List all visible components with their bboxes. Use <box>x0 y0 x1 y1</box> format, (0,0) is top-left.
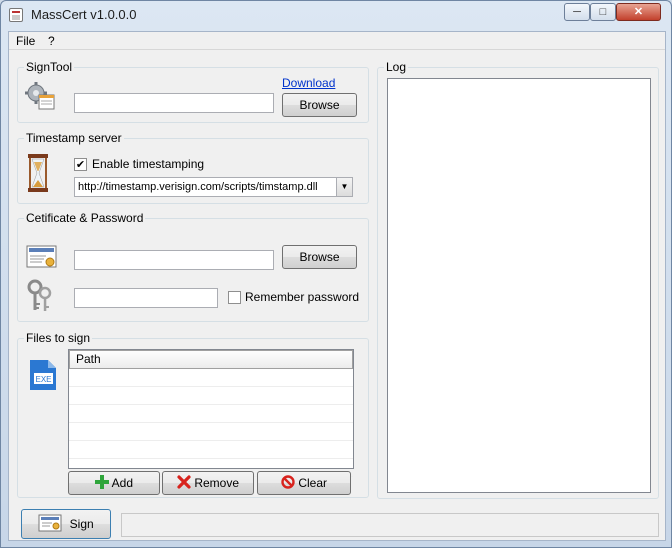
files-group: Files to sign EXE Path Add Remove Clear <box>17 331 369 498</box>
exe-file-icon: EXE <box>30 360 56 390</box>
remember-password-label: Remember password <box>245 290 360 304</box>
gear-tool-icon <box>25 82 55 110</box>
remove-x-icon <box>177 475 191 489</box>
signtool-group: SignTool Download Browse <box>17 60 369 123</box>
signtool-browse-button[interactable]: Browse <box>282 93 357 117</box>
list-item[interactable] <box>69 423 353 441</box>
column-header-path[interactable]: Path <box>69 350 353 369</box>
remember-password-checkbox[interactable] <box>228 291 241 304</box>
chevron-down-icon[interactable]: ▼ <box>336 178 352 196</box>
list-item[interactable] <box>69 387 353 405</box>
app-icon <box>9 8 23 22</box>
clear-button[interactable]: Clear <box>257 471 351 495</box>
keys-icon <box>27 279 52 311</box>
minimize-button[interactable]: ─ <box>564 3 590 21</box>
client-area: File ? SignTool Download Browse Timestam… <box>8 31 666 541</box>
minimize-icon: ─ <box>573 6 581 18</box>
remove-label: Remove <box>194 476 240 490</box>
close-button[interactable]: ✕ <box>616 3 661 21</box>
maximize-icon: □ <box>599 6 607 18</box>
menu-bar: File ? <box>9 32 665 50</box>
hourglass-icon <box>28 154 48 192</box>
signtool-legend: SignTool <box>24 60 75 74</box>
list-item[interactable] <box>69 441 353 459</box>
list-item[interactable] <box>69 369 353 387</box>
timestamp-server-select[interactable]: http://timestamp.verisign.com/scripts/ti… <box>74 177 353 197</box>
certificate-browse-button[interactable]: Browse <box>282 245 357 269</box>
menu-help[interactable]: ? <box>48 34 55 48</box>
clear-label: Clear <box>298 476 328 490</box>
plus-icon <box>94 475 109 489</box>
svg-text:EXE: EXE <box>35 375 51 384</box>
timestamp-legend: Timestamp server <box>24 131 124 145</box>
certificate-group: Cetificate & Password Browse Remember pa… <box>17 211 369 322</box>
no-sign-icon <box>281 475 295 489</box>
signtool-path-input[interactable] <box>74 93 274 113</box>
certificate-sign-icon <box>38 514 62 532</box>
timestamp-server-value: http://timestamp.verisign.com/scripts/ti… <box>78 181 318 193</box>
main-window: MassCert v1.0.0.0 ─ □ ✕ File ? SignTool <box>0 0 672 548</box>
log-textarea[interactable] <box>387 78 651 493</box>
certificate-icon <box>26 245 57 268</box>
log-legend: Log <box>384 60 409 74</box>
download-link[interactable]: Download <box>282 76 335 90</box>
sign-label: Sign <box>69 517 94 531</box>
add-label: Add <box>111 476 134 490</box>
close-icon: ✕ <box>633 6 644 18</box>
files-rows <box>69 369 353 477</box>
certificate-legend: Cetificate & Password <box>24 211 146 225</box>
add-button[interactable]: Add <box>68 471 160 495</box>
files-legend: Files to sign <box>24 331 93 345</box>
files-listview[interactable]: Path <box>68 349 354 477</box>
remove-button[interactable]: Remove <box>162 471 254 495</box>
timestamp-group: Timestamp server ✔ Enable timestamping h… <box>17 131 369 204</box>
status-bar <box>121 513 659 537</box>
window-title: MassCert v1.0.0.0 <box>31 7 137 22</box>
menu-file[interactable]: File <box>16 34 35 48</box>
log-group: Log <box>377 60 659 499</box>
title-bar[interactable]: MassCert v1.0.0.0 ─ □ ✕ <box>1 1 671 29</box>
certificate-path-input[interactable] <box>74 250 274 270</box>
sign-button[interactable]: Sign <box>21 509 111 539</box>
enable-timestamp-checkbox[interactable]: ✔ <box>74 158 87 171</box>
password-input[interactable] <box>74 288 218 308</box>
list-item[interactable] <box>69 405 353 423</box>
maximize-button[interactable]: □ <box>590 3 616 21</box>
enable-timestamp-label: Enable timestamping <box>92 157 205 171</box>
